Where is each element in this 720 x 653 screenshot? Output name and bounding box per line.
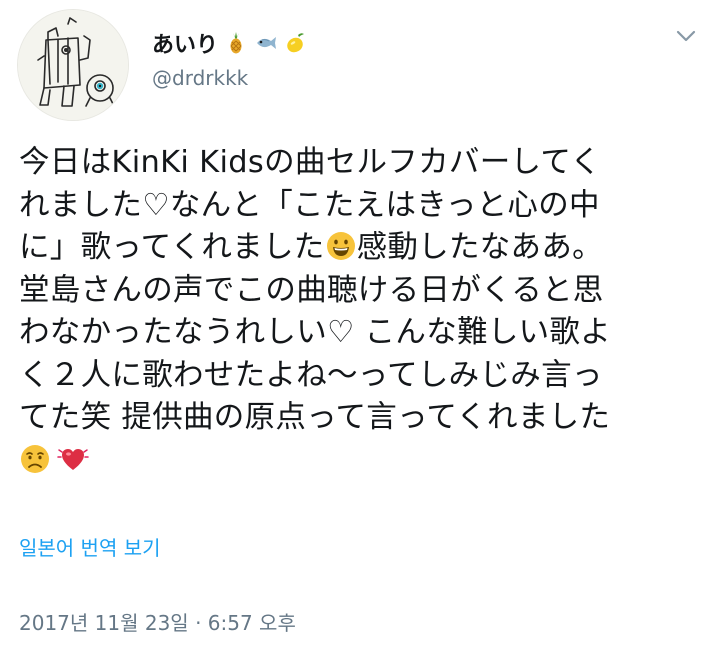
chevron-down-icon[interactable] xyxy=(674,24,698,48)
grinning-face-icon xyxy=(325,230,357,262)
display-name[interactable]: あいり xyxy=(152,27,218,59)
pineapple-icon xyxy=(224,31,248,55)
tweet-timestamp[interactable]: 2017년 11월 23일 · 6:57 오후 xyxy=(19,607,296,636)
translate-link[interactable]: 일본어 번역 보기 xyxy=(19,532,161,561)
tweet-line-part: 感動したなああ。 xyxy=(356,230,603,265)
tweet-line xyxy=(19,440,699,483)
avatar-drawing-icon xyxy=(18,10,128,120)
tweet-text: 今日はKinKi Kidsの曲セルフカバーしてく れました♡なんと「こたえはきっ… xyxy=(19,142,699,482)
tweet-line: 堂島さんの声でこの曲聴ける日がくると思 xyxy=(19,272,604,308)
display-name-row[interactable]: あいり xyxy=(152,28,314,58)
disappointed-face-icon xyxy=(19,443,51,475)
tweet-line-part: に」歌ってくれました xyxy=(19,230,325,265)
tweet-line: てた笑 提供曲の原点って言ってくれました xyxy=(19,400,611,435)
user-info: あいり @drdrkkk xyxy=(152,28,314,90)
tweet-line: わなかったなうれしい♡ こんな難しい歌よ xyxy=(19,315,612,350)
avatar[interactable] xyxy=(17,9,129,121)
tweet-line: に」歌ってくれました 感動したなああ。 xyxy=(19,227,699,270)
tweet-line: く２人に歌わせたよね〜ってしみじみ言っ xyxy=(19,357,603,393)
tweet-line: れました♡なんと「こたえはきっと心の中 xyxy=(19,187,600,223)
lemon-icon xyxy=(284,31,308,55)
user-handle[interactable]: @drdrkkk xyxy=(152,66,314,90)
fish-icon xyxy=(254,31,278,55)
tweet-line: 今日はKinKi Kidsの曲セルフカバーしてく xyxy=(19,145,602,180)
beating-heart-icon xyxy=(57,443,89,475)
